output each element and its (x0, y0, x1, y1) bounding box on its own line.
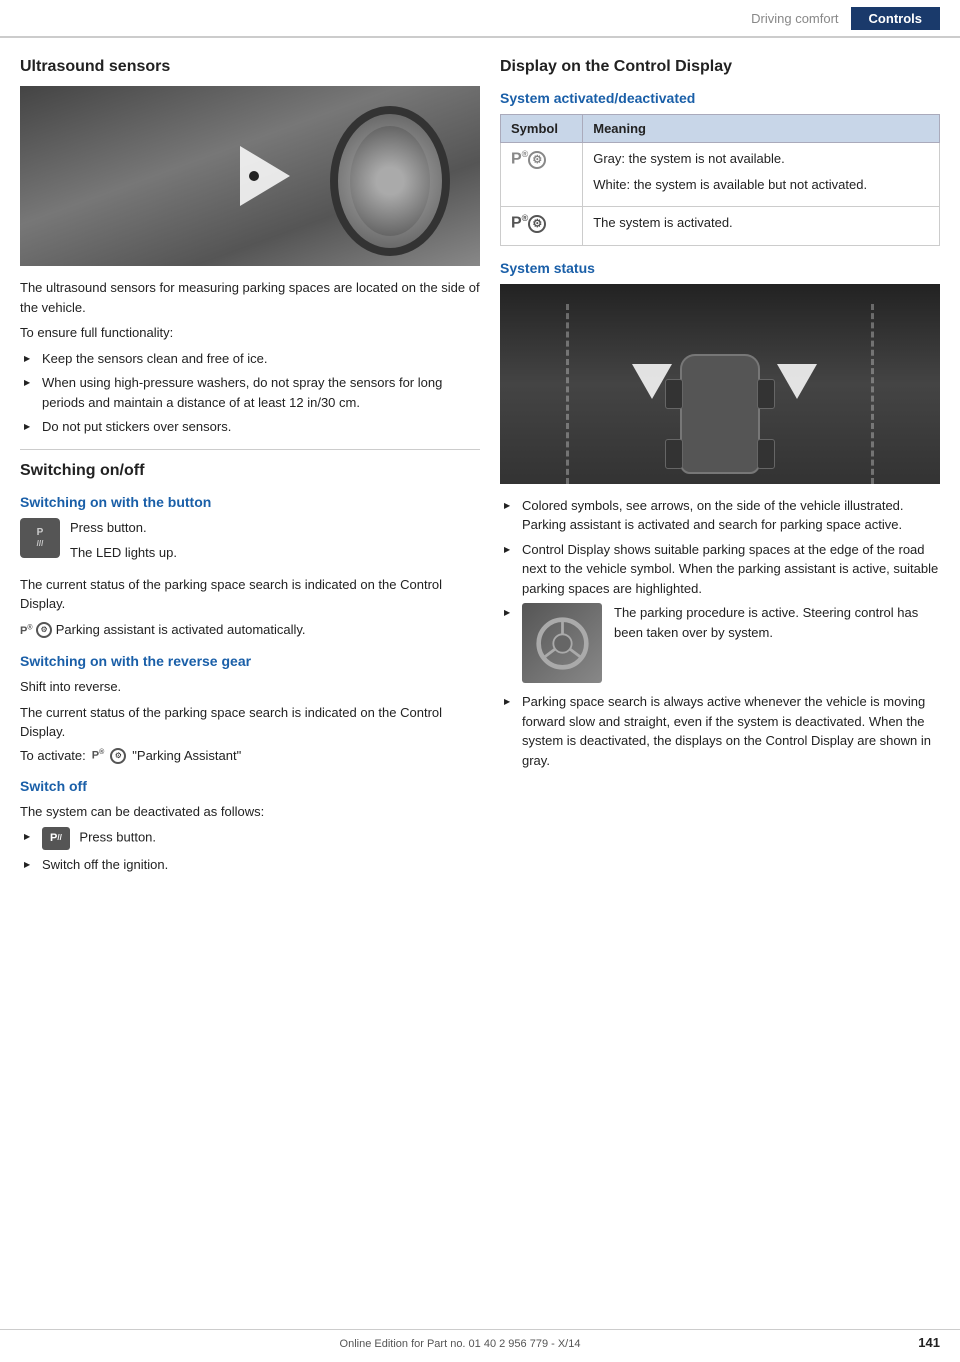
status-bullet-3-text: The parking procedure is active. Steerin… (614, 605, 918, 640)
divider-1 (20, 449, 480, 450)
press-button-label: Press button. (70, 518, 177, 538)
meaning-cell-2: The system is activated. (583, 207, 940, 246)
deactivate-text: The system can be deactivated as follows… (20, 802, 480, 822)
auto-activate: P® ⚙ Parking assistant is activated auto… (20, 620, 480, 640)
page-header: Driving comfort Controls (0, 0, 960, 38)
meaning-white: White: the system is available but not a… (593, 175, 929, 195)
ultrasound-section-title: Ultrasound sensors (20, 58, 480, 76)
functionality-intro: To ensure full functionality: (20, 323, 480, 343)
meaning-gray: Gray: the system is not available. (593, 149, 929, 169)
symbol-table: Symbol Meaning P®⚙ Gray: the system is n… (500, 114, 940, 246)
gear-symbol-activate: ⚙ (110, 748, 126, 764)
switch-off-title: Switch off (20, 778, 480, 794)
page-footer: Online Edition for Part no. 01 40 2 956 … (0, 1329, 960, 1350)
steering-row: The parking procedure is active. Steerin… (522, 603, 940, 687)
header-controls: Controls (851, 7, 940, 30)
system-status-image (500, 284, 940, 484)
press-btn-icon-off: P// (42, 827, 70, 850)
bullet-off-1: P// Press button. (20, 827, 480, 850)
intro-text: The ultrasound sensors for measuring par… (20, 278, 480, 317)
to-activate-label: To activate: (20, 748, 86, 763)
activate-label-text: "Parking Assistant" (132, 748, 241, 763)
system-status-title: System status (500, 260, 940, 276)
switching-title: Switching on/off (20, 462, 480, 480)
display-section-title: Display on the Control Display (500, 58, 940, 76)
status-bullet-list: Colored symbols, see arrows, on the side… (500, 496, 940, 771)
right-status-arrow (777, 364, 817, 399)
page-number: 141 (918, 1335, 940, 1350)
header-driving-comfort: Driving comfort (751, 11, 850, 26)
left-column: Ultrasound sensors The ultrasound sensor… (20, 58, 480, 882)
right-column: Display on the Control Display System ac… (500, 58, 940, 882)
bullet-off-2: Switch off the ignition. (20, 855, 480, 875)
bullet-item-2: When using high-pressure washers, do not… (20, 373, 480, 412)
bullet-list-sensors: Keep the sensors clean and free of ice. … (20, 349, 480, 437)
parking-button-icon: P/// (20, 518, 60, 558)
p-icon-activate: P® (92, 749, 105, 762)
ultrasound-image (20, 86, 480, 266)
meaning-cell-1: Gray: the system is not available. White… (583, 143, 940, 207)
main-content: Ultrasound sensors The ultrasound sensor… (0, 38, 960, 902)
steering-wheel-image (522, 603, 602, 683)
status-bullet-3: The parking procedure is active. Steerin… (500, 603, 940, 687)
table-row-2: P®⚙ The system is activated. (501, 207, 940, 246)
gear-symbol-auto: ⚙ (36, 622, 52, 638)
bullet-item-3: Do not put stickers over sensors. (20, 417, 480, 437)
status-text-2: The current status of the parking space … (20, 703, 480, 742)
steering-wheel-svg (535, 616, 590, 671)
switch-reverse-title: Switching on with the reverse gear (20, 653, 480, 669)
shift-reverse: Shift into reverse. (20, 677, 480, 697)
activate-line: To activate: P® ⚙ "Parking Assistant" (20, 748, 480, 764)
status-bullet-2: Control Display shows suitable parking s… (500, 540, 940, 599)
press-button-text: Press button. The LED lights up. (70, 518, 177, 569)
symbol-cell-2: P®⚙ (501, 207, 583, 246)
table-row-1: P®⚙ Gray: the system is not available. W… (501, 143, 940, 207)
led-lights-label: The LED lights up. (70, 543, 177, 563)
auto-activate-text: Parking assistant is activated automatic… (56, 622, 306, 637)
left-status-arrow (632, 364, 672, 399)
col-symbol: Symbol (501, 115, 583, 143)
meaning-activated: The system is activated. (593, 213, 929, 233)
bullet-list-off: P// Press button. Switch off the ignitio… (20, 827, 480, 874)
press-btn-off-label: Press button. (79, 830, 156, 845)
status-bullet-4: Parking space search is always active wh… (500, 692, 940, 770)
status-text-1: The current status of the parking space … (20, 575, 480, 614)
system-activated-title: System activated/deactivated (500, 90, 940, 106)
p-icon-auto: P® (20, 625, 33, 637)
bullet-item-1: Keep the sensors clean and free of ice. (20, 349, 480, 369)
footer-text: Online Edition for Part no. 01 40 2 956 … (340, 1338, 581, 1350)
status-bullet-1: Colored symbols, see arrows, on the side… (500, 496, 940, 535)
symbol-cell-1: P®⚙ (501, 143, 583, 207)
press-button-row: P/// Press button. The LED lights up. (20, 518, 480, 569)
switch-on-button-title: Switching on with the button (20, 494, 480, 510)
col-meaning: Meaning (583, 115, 940, 143)
